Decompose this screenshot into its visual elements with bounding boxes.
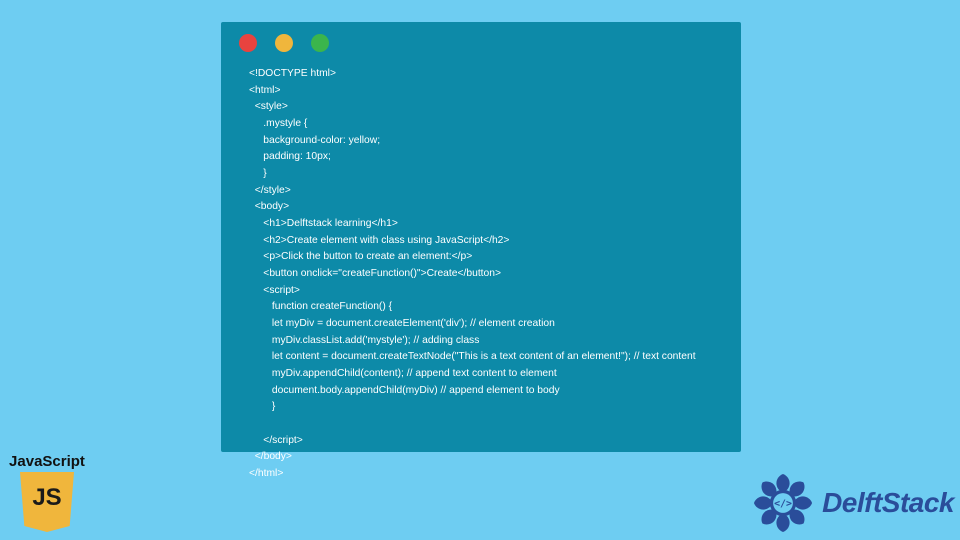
close-icon[interactable]	[239, 34, 257, 52]
delftstack-badge: </> DelftStack	[750, 470, 954, 536]
delftstack-brand-text: DelftStack	[822, 487, 954, 519]
javascript-badge: JavaScript JS	[2, 453, 92, 532]
svg-text:</>: </>	[774, 498, 792, 509]
javascript-shield-icon: JS	[20, 472, 74, 532]
window-traffic-lights	[221, 22, 741, 60]
code-window: <!DOCTYPE html> <html> <style> .mystyle …	[221, 22, 741, 452]
maximize-icon[interactable]	[311, 34, 329, 52]
minimize-icon[interactable]	[275, 34, 293, 52]
javascript-label: JavaScript	[2, 453, 92, 470]
delftstack-logo-icon: </>	[750, 470, 816, 536]
code-block: <!DOCTYPE html> <html> <style> .mystyle …	[221, 60, 741, 493]
javascript-shield-text: JS	[20, 484, 74, 512]
